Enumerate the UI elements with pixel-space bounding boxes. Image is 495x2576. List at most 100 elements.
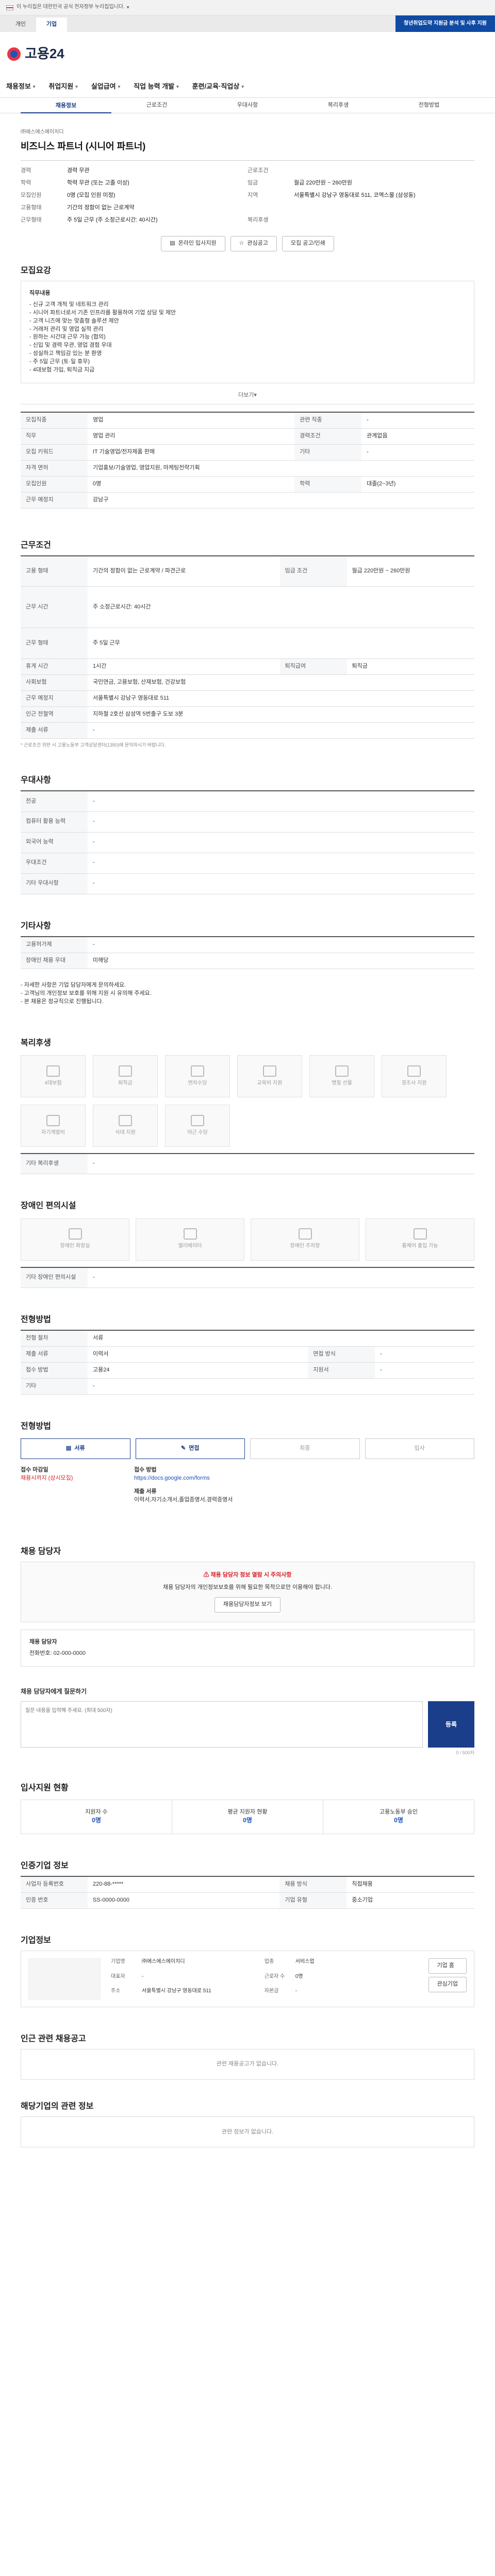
document-icon: ▤ xyxy=(65,1445,72,1452)
favorite-company-button[interactable]: 관심기업 xyxy=(428,1977,467,1993)
apply-link[interactable]: https://docs.google.com/forms xyxy=(134,1475,474,1483)
calendar-icon xyxy=(191,1065,204,1077)
section-nearby-jobs: 인근 관련 채용공고 xyxy=(21,2035,86,2044)
section-apply-status: 입사지원 현황 xyxy=(21,1784,69,1793)
job-summary: ㈜에스에스에이치디 비즈니스 파트너 (시니어 파트너) 경력 경력 무관 학력 학… xyxy=(21,129,474,251)
sub-tab-preference[interactable]: 우대사항 xyxy=(202,101,293,110)
parking-icon xyxy=(298,1228,312,1240)
chat-icon: ✎ xyxy=(181,1445,186,1452)
gnb-item-training[interactable]: 훈련/교육·직업상 ▾ xyxy=(192,82,244,92)
section-other: 기타사항 xyxy=(21,921,51,930)
manager-warning: ⚠ 채용 담당자 정보 열람 시 주의사항 채용 담당자의 개인정보보호를 위해… xyxy=(21,1562,474,1623)
manager-info-button[interactable]: 채용담당자정보 보기 xyxy=(214,1597,281,1613)
related-info-empty: 관련 정보가 없습니다. xyxy=(21,2116,474,2148)
welfare-item: 식대 지원 xyxy=(93,1104,158,1147)
welfare-item: 교육비 지원 xyxy=(237,1055,302,1097)
pencil-icon xyxy=(46,1114,60,1126)
sub-tab-welfare[interactable]: 복리후생 xyxy=(293,101,384,110)
disabled-extra: 기타 장애인 편의시설 - xyxy=(21,1266,474,1289)
alert-icon: ⚠ xyxy=(203,1572,209,1579)
section-screening: 전형방법 xyxy=(21,1315,51,1325)
section-process: 전형방법 xyxy=(21,1422,51,1431)
document-icon: ▤ xyxy=(170,240,175,246)
inquiry-submit-button[interactable]: 등록 xyxy=(428,1701,474,1748)
recruit-table: 모집직종 영업 관련 직종 - 직무 영업 관리 경력조건 관계없음 모집 키워드 IT 기술… xyxy=(21,412,474,509)
heart-icon xyxy=(407,1065,421,1077)
inquiry-counter: 0 / 500자 xyxy=(456,1750,474,1756)
job-title: 비즈니스 파트너 (시니어 파트너) xyxy=(21,141,146,151)
star-icon: ☆ xyxy=(239,240,244,246)
share-button[interactable]: 모집 공고/인쇄 xyxy=(282,235,334,251)
disabled-icons: 장애인 화장실 엘리베이터 장애인 주차장 휠체어 출입 가능 xyxy=(21,1218,474,1261)
gnb-item-employment[interactable]: 취업지원 ▾ xyxy=(48,82,77,92)
welfare-item: 연차수당 xyxy=(165,1055,230,1097)
apply-button[interactable]: ▤ 온라인 입사지원 xyxy=(161,235,225,251)
conditions-table: 고용 형태 기간의 정함이 없는 근로계약 / 파견근로 임금 조건 월급 220만원… xyxy=(21,555,474,739)
welfare-item: 명절 선물 xyxy=(309,1055,374,1097)
company-logo xyxy=(28,1958,101,2000)
step-item: ✎ 면접 xyxy=(135,1438,245,1460)
money-icon xyxy=(119,1065,132,1077)
facility-item: 장애인 화장실 xyxy=(21,1218,129,1261)
sub-tab-conditions[interactable]: 근로조건 xyxy=(111,101,202,110)
wheelchair-icon xyxy=(413,1228,427,1240)
section-conditions: 근무조건 xyxy=(21,540,51,550)
screening-table: 전형 절차 서류 제출 서류 이력서 면접 방식 - 접수 방법 고용24 지원서 - 기타 - xyxy=(21,1330,474,1395)
company-name: ㈜에스에스에이치디 xyxy=(21,129,64,135)
top-promo-button[interactable]: 청년취업도약 지원금 분석 및 사후 지원 xyxy=(395,15,495,32)
section-related-info: 해당기업의 관련 정보 xyxy=(21,2102,94,2111)
inquiry-area: 등록 xyxy=(21,1701,474,1748)
insurance-icon xyxy=(46,1065,60,1077)
gnb: 채용정보 ▾ 취업지원 ▾ 실업급여 ▾ 직업 능력 개발 ▾ 훈련/교육·직업상 ▾ xyxy=(0,76,495,98)
sub-tab-recruit[interactable]: 채용정보 xyxy=(21,98,111,113)
gnb-item-skills[interactable]: 직업 능력 개발 ▾ xyxy=(134,82,179,92)
inquiry-title: 채용 담당자에게 질문하기 xyxy=(21,1687,87,1695)
company-home-button[interactable]: 기업 홈 xyxy=(428,1958,467,1974)
facility-item: 엘리베이터 xyxy=(136,1218,244,1261)
book-icon xyxy=(263,1065,276,1077)
inquiry-textarea[interactable] xyxy=(21,1701,423,1748)
welfare-item: 경조사 지원 xyxy=(382,1055,447,1097)
gnb-item-jobs[interactable]: 채용정보 ▾ xyxy=(6,82,35,92)
manager-box: 채용 담당자 전화번호: 02-000-0000 xyxy=(21,1630,474,1667)
scrap-button[interactable]: ☆ 관심공고 xyxy=(230,235,277,251)
elevator-icon xyxy=(183,1228,197,1240)
section-recruit: 모집요강 xyxy=(21,266,51,275)
section-preference: 우대사항 xyxy=(21,776,51,785)
conditions-note: * 근로조건 위반 시 고용노동부 고객상담센터(1350)에 문의하시기 바랍… xyxy=(21,742,166,748)
duty-box: 직무내용 - 신규 고객 개척 및 네트워크 관리 - 시니어 파트너로서 기존 … xyxy=(21,280,474,384)
user-tabs: 개인 기업 청년취업도약 지원금 분석 및 사후 지원 xyxy=(0,15,495,32)
preference-table: 전공 - 컴퓨터 활용 능력 - 외국어 능력 - 우대조건 - 기타 우대사항 - xyxy=(21,790,474,894)
welfare-icons: 4대보험 퇴직금 연차수당 교육비 지원 명절 선물 경조사 지원 자기계발비 … xyxy=(21,1055,474,1147)
gnb-item-unemployment[interactable]: 실업급여 ▾ xyxy=(91,82,120,92)
section-disabled: 장애인 편의시설 xyxy=(21,1201,76,1211)
brand-icon xyxy=(7,47,21,61)
step-item: ▤ 서류 xyxy=(21,1438,130,1460)
process-details: 접수 마감일 채용시까지 (상시모집) 접수 방법 https://docs.goo… xyxy=(21,1466,474,1504)
tab-personal[interactable]: 개인 xyxy=(5,18,36,32)
section-info: 인증기업 정보 xyxy=(21,1861,69,1870)
step-item: 입사 xyxy=(365,1438,474,1460)
section-company: 기업정보 xyxy=(21,1936,51,1945)
brand-name: 고용24 xyxy=(25,46,64,62)
company-box: 기업명 ㈜에스에스에이치디 업종 서비스업 대표자 - 근로자 수 0명 주소 서울특별시 강… xyxy=(21,1951,474,2008)
welfare-item: 퇴직금 xyxy=(93,1055,158,1097)
gov-banner: 이 누리집은 대한민국 공식 전자정부 누리집입니다. ▾ xyxy=(0,0,495,15)
brand-logo[interactable]: 고용24 xyxy=(6,44,64,64)
tab-company[interactable]: 기업 xyxy=(36,18,67,32)
welfare-item: 야근 수당 xyxy=(165,1104,230,1147)
toilet-icon xyxy=(68,1228,82,1240)
sub-tab-screening[interactable]: 전형방법 xyxy=(384,101,474,110)
welfare-item: 4대보험 xyxy=(21,1055,86,1097)
info-table: 사업자 등록번호 220-88-***** 채용 방식 직접채용 인증 번호 SS-00… xyxy=(21,1876,474,1909)
chevron-down-icon[interactable]: ▾ xyxy=(127,4,129,11)
section-manager: 채용 담당자 xyxy=(21,1547,61,1556)
welfare-item: 자기계발비 xyxy=(21,1104,86,1147)
more-button[interactable]: 더보기 ▾ xyxy=(21,387,474,405)
header: 고용24 xyxy=(0,32,495,76)
facility-item: 휠체어 출입 가능 xyxy=(366,1218,474,1261)
nearby-jobs-empty: 관련 채용공고가 없습니다. xyxy=(21,2049,474,2080)
sub-nav: 채용정보 근로조건 우대사항 복리후생 전형방법 xyxy=(0,98,495,113)
gift-icon xyxy=(335,1065,349,1077)
gov-banner-text: 이 누리집은 대한민국 공식 전자정부 누리집입니다. xyxy=(16,4,125,10)
